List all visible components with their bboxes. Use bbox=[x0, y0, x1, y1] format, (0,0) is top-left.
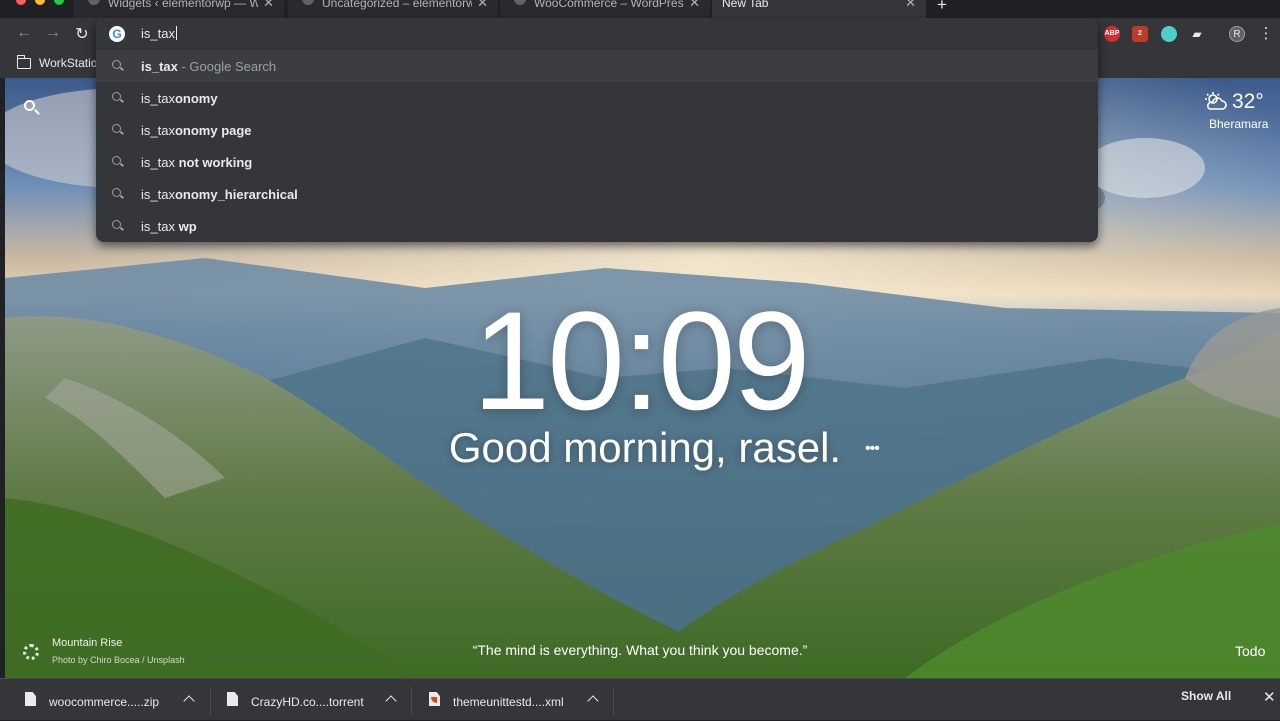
adblock-extension-icon[interactable]: ABP bbox=[1104, 26, 1120, 42]
download-item[interactable]: CrazyHD.co....torrent bbox=[227, 679, 407, 721]
chat-extension-icon[interactable]: ▰ bbox=[1189, 26, 1205, 42]
tab-new-tab[interactable]: New Tab ✕ bbox=[712, 0, 926, 18]
suggestion-item[interactable]: is_taxonomy_hierarchical bbox=[96, 178, 1098, 210]
todo-button[interactable]: Todo bbox=[1235, 643, 1265, 659]
address-input[interactable]: is_tax bbox=[141, 26, 177, 41]
close-window-button[interactable] bbox=[16, 0, 26, 5]
suggestion-typed: is_tax bbox=[141, 219, 175, 234]
tab-uncategorized[interactable]: Uncategorized – elementorwp ✕ bbox=[288, 0, 498, 18]
notification-extension-icon[interactable]: 2 bbox=[1132, 26, 1148, 42]
suggestion-item[interactable]: is_tax - Google Search bbox=[96, 50, 1098, 82]
download-bar: woocommerce.....zip CrazyHD.co....torren… bbox=[0, 678, 1280, 720]
maximize-window-button[interactable] bbox=[54, 0, 64, 5]
suggestion-item[interactable]: is_taxonomy page bbox=[96, 114, 1098, 146]
weather-location: Bheramara bbox=[1209, 117, 1269, 131]
download-filename: CrazyHD.co....torrent bbox=[251, 695, 364, 709]
file-icon bbox=[227, 692, 238, 706]
reload-button[interactable]: ↻ bbox=[72, 24, 92, 44]
suggestion-typed: is_tax bbox=[141, 155, 175, 170]
daily-quote: “The mind is everything. What you think … bbox=[472, 642, 808, 658]
new-tab-button[interactable]: + bbox=[937, 0, 947, 15]
partly-cloudy-icon bbox=[1205, 92, 1227, 110]
tab-close-icon[interactable]: ✕ bbox=[477, 0, 488, 11]
profile-avatar[interactable]: R bbox=[1229, 26, 1245, 42]
tab-title: New Tab bbox=[722, 0, 769, 10]
download-filename: themeunittestd....xml bbox=[453, 695, 564, 709]
search-icon bbox=[112, 124, 121, 133]
tab-strip: Widgets ‹ elementorwp — Wo ✕ Uncategoriz… bbox=[0, 0, 1280, 18]
chevron-up-icon[interactable] bbox=[385, 695, 397, 707]
tab-close-icon[interactable]: ✕ bbox=[689, 0, 700, 11]
suggestion-description: - Google Search bbox=[177, 59, 277, 74]
search-icon bbox=[112, 188, 121, 197]
weather-temperature[interactable]: 32° bbox=[1232, 90, 1264, 114]
search-icon bbox=[112, 156, 121, 165]
google-icon: G bbox=[109, 26, 125, 42]
suggestion-item[interactable]: is_taxonomy bbox=[96, 82, 1098, 114]
forward-button[interactable]: → bbox=[43, 24, 63, 42]
wordpress-icon bbox=[514, 0, 526, 5]
chevron-up-icon[interactable] bbox=[587, 695, 599, 707]
suggestion-typed: is_tax bbox=[141, 59, 178, 74]
wordpress-icon bbox=[88, 0, 100, 5]
search-icon bbox=[112, 220, 121, 229]
circle-extension-icon[interactable] bbox=[1161, 26, 1177, 42]
suggestion-item[interactable]: is_tax wp bbox=[96, 210, 1098, 242]
divider bbox=[613, 687, 614, 715]
greeting: Good morning, rasel. bbox=[448, 424, 842, 471]
extension-badge: 2 bbox=[1138, 30, 1142, 37]
tab-title: WooCommerce – WordPress p bbox=[534, 0, 684, 10]
tab-widgets[interactable]: Widgets ‹ elementorwp — Wo ✕ bbox=[74, 0, 284, 18]
suggestion-typed: is_tax bbox=[141, 187, 175, 202]
close-icon[interactable]: ✕ bbox=[1263, 688, 1276, 706]
search-icon[interactable] bbox=[24, 100, 35, 111]
suggestion-completion: not working bbox=[174, 155, 253, 170]
folder-icon bbox=[16, 55, 31, 69]
suggestion-completion: onomy_hierarchical bbox=[174, 187, 298, 202]
download-item[interactable]: woocommerce.....zip bbox=[25, 679, 205, 721]
bookmark-folder-workstation[interactable]: WorkStation bbox=[39, 56, 104, 70]
address-input-value: is_tax bbox=[141, 26, 175, 41]
search-icon bbox=[112, 60, 121, 69]
tab-title: Widgets ‹ elementorwp — Wo bbox=[108, 0, 258, 10]
chevron-up-icon[interactable] bbox=[183, 695, 195, 707]
search-icon bbox=[112, 92, 121, 101]
tab-close-icon[interactable]: ✕ bbox=[905, 0, 916, 11]
suggestion-completion: onomy page bbox=[174, 123, 252, 138]
divider bbox=[411, 687, 412, 715]
file-icon bbox=[25, 692, 36, 706]
xml-file-icon bbox=[429, 692, 440, 706]
download-item[interactable]: themeunittestd....xml bbox=[429, 679, 609, 721]
divider bbox=[210, 687, 211, 715]
suggestion-completion: wp bbox=[174, 219, 197, 234]
tab-woocommerce[interactable]: WooCommerce – WordPress p ✕ bbox=[500, 0, 710, 18]
suggestion-typed: is_tax bbox=[141, 123, 175, 138]
back-button[interactable]: ← bbox=[14, 24, 34, 42]
download-filename: woocommerce.....zip bbox=[49, 695, 160, 709]
show-all-button[interactable]: Show All bbox=[1181, 689, 1231, 703]
tab-close-icon[interactable]: ✕ bbox=[263, 0, 274, 11]
tab-title: Uncategorized – elementorwp bbox=[322, 0, 472, 10]
suggestion-completion: onomy bbox=[174, 91, 218, 106]
clock: 10:09 bbox=[472, 282, 810, 439]
text-caret bbox=[175, 26, 177, 40]
suggestion-typed: is_tax bbox=[141, 91, 175, 106]
address-bar[interactable]: G is_tax bbox=[96, 18, 1098, 50]
wordpress-icon bbox=[302, 0, 314, 5]
suggestion-item[interactable]: is_tax not working bbox=[96, 146, 1098, 178]
menu-icon[interactable]: ⋮ bbox=[1256, 24, 1276, 42]
greeting-more-button[interactable]: ••• bbox=[865, 440, 880, 458]
omnibox-dropdown: G is_tax is_tax - Google Search is_taxon… bbox=[96, 18, 1098, 242]
minimize-window-button[interactable] bbox=[35, 0, 45, 5]
